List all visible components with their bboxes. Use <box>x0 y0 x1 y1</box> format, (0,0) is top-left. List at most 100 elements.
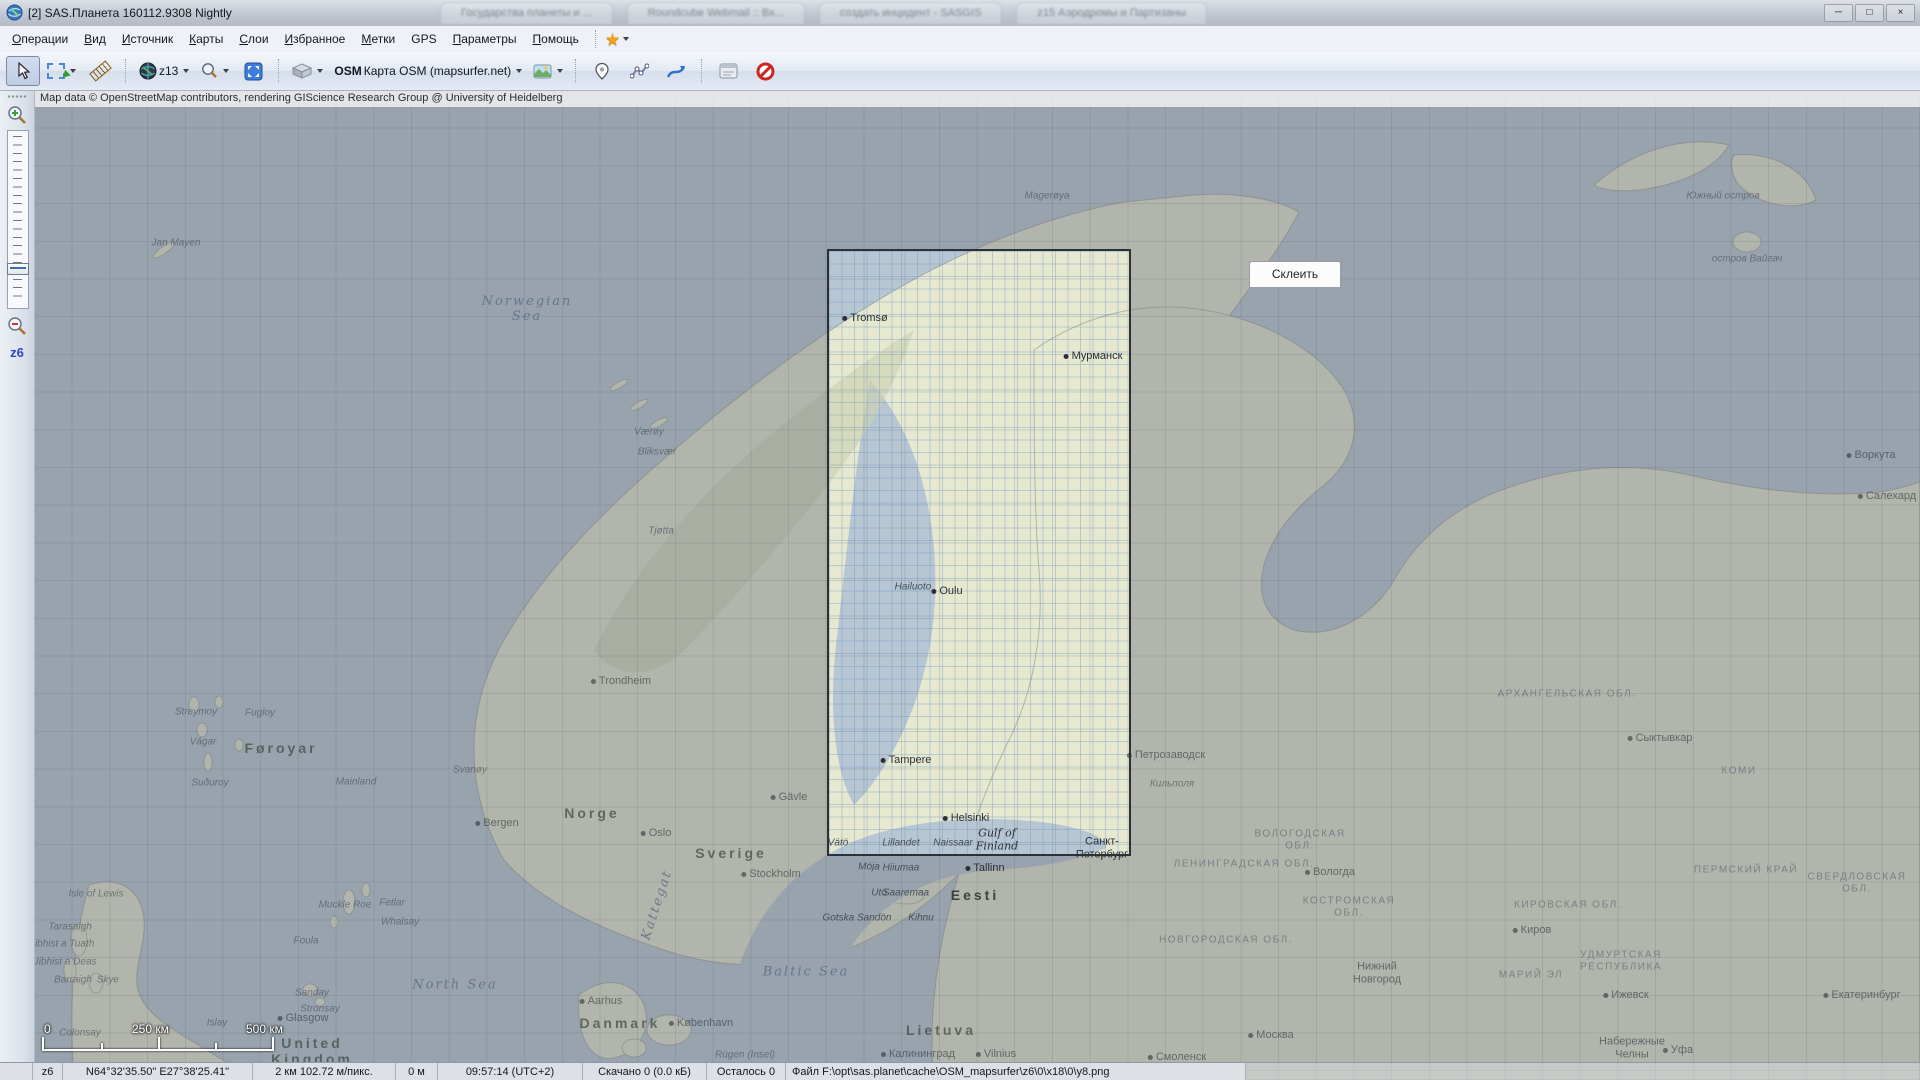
map-label: Vágar <box>190 737 217 748</box>
menu-item-Операции[interactable]: Операции <box>4 28 76 50</box>
status-cache-file: Файл F:\opt\sas.planet\cache\OSM_mapsurf… <box>786 1063 1246 1080</box>
status-map-scale: 2 км 102.72 м/пикс. <box>253 1063 396 1080</box>
map-label: КИРОВСКАЯ ОБЛ. <box>1514 900 1622 911</box>
map-label: Baltic Sea <box>763 965 850 980</box>
toolbar-separator <box>278 59 280 83</box>
map-label: Gotska Sandön <box>823 913 892 924</box>
map-label: Stockholm <box>741 868 800 880</box>
map-label: УДМУРТСКАЯ РЕСПУБЛИКА <box>1580 950 1662 973</box>
menu-item-Метки[interactable]: Метки <box>353 28 403 50</box>
menu-item-Слои[interactable]: Слои <box>231 28 276 50</box>
maximize-button[interactable]: □ <box>1855 4 1884 22</box>
gps-off-icon <box>756 62 775 81</box>
map-label: Naissaar <box>933 838 972 849</box>
menu-item-Источник[interactable]: Источник <box>114 28 181 50</box>
toolbar-separator <box>575 59 577 83</box>
titlebar: [2] SAS.Планета 160112.9308 Nightly Госу… <box>0 0 1920 27</box>
gps-panel-button[interactable] <box>711 56 745 86</box>
menu-item-Карты[interactable]: Карты <box>181 28 231 50</box>
map-label: Eesti <box>951 887 999 903</box>
layers-cube-icon <box>292 63 312 79</box>
map-label: Москва <box>1248 1029 1294 1041</box>
zoom-region-caret-icon <box>223 69 229 73</box>
map-label: Bergen <box>475 817 518 829</box>
zoom-sidebar: z6 <box>0 90 35 1063</box>
app-icon <box>6 4 23 26</box>
selection-caret-icon <box>70 69 76 73</box>
main-toolbar: z13 OSM Карта OSM (mapsurfer.net) <box>0 52 1920 91</box>
map-label: Tromsø <box>842 312 887 324</box>
map-label: Barraigh <box>54 975 92 986</box>
map-label: Bliksvær <box>638 447 676 458</box>
menu-item-GPS[interactable]: GPS <box>403 28 444 50</box>
map-label: Fetlar <box>379 898 405 909</box>
route-button[interactable] <box>659 56 693 86</box>
gps-panel-icon <box>719 63 738 79</box>
map-label: Rügen (Insel) <box>715 1050 775 1061</box>
map-label: Салехард <box>1858 490 1916 502</box>
favorites-caret-icon[interactable] <box>623 37 629 41</box>
map-viewport[interactable]: Norwegian SeaKattegatNorth SeaBaltic Sea… <box>34 90 1920 1080</box>
toolbar-separator <box>125 59 127 83</box>
route-icon <box>666 63 686 80</box>
zoom-region-button[interactable] <box>196 56 233 86</box>
map-label: Vilnius <box>976 1048 1016 1060</box>
close-button[interactable]: × <box>1886 4 1915 22</box>
map-label: Danmark <box>580 1015 661 1031</box>
minimize-button[interactable]: ─ <box>1824 4 1853 22</box>
menu-item-Параметры[interactable]: Параметры <box>445 28 525 50</box>
map-label: Санкт- Петербург <box>1076 835 1128 860</box>
map-label: Føroyar <box>244 740 317 756</box>
map-label: Kattegat <box>639 868 676 942</box>
favorites-star-icon[interactable]: ★ <box>605 31 620 48</box>
selection-tool-button[interactable] <box>43 56 80 86</box>
map-label: Воркута <box>1846 449 1895 461</box>
menu-item-Помощь[interactable]: Помощь <box>525 28 587 50</box>
zoom-slider-thumb[interactable] <box>7 263 29 275</box>
background-tab: z15 Аэродромы и Партизаны <box>1016 2 1207 24</box>
menu-item-Вид[interactable]: Вид <box>76 28 114 50</box>
map-label: Мурманск <box>1064 350 1123 362</box>
map-label: СВЕРДЛОВСКАЯ ОБЛ. <box>1808 872 1907 895</box>
zoom-slider[interactable] <box>7 130 29 309</box>
map-label: Tallinn <box>965 862 1004 874</box>
status-bar: z6N64°32'35.50" E27°38'25.41"2 км 102.72… <box>0 1062 1920 1080</box>
path-button[interactable] <box>622 56 656 86</box>
map-label: Helsinki <box>943 812 990 824</box>
map-label: Калининград <box>881 1048 955 1060</box>
map-style-button[interactable] <box>529 56 567 86</box>
cursor-tool-button[interactable] <box>6 56 40 86</box>
map-attribution: Map data © OpenStreetMap contributors, r… <box>34 90 1920 107</box>
status-remaining: Осталось 0 <box>707 1063 786 1080</box>
layers-button[interactable] <box>288 56 327 86</box>
map-style-caret-icon <box>557 69 563 73</box>
zoom-level-selector[interactable]: z13 <box>135 56 193 86</box>
map-label: Kihnu <box>908 913 934 924</box>
menu-separator <box>595 30 597 48</box>
map-label: Южный остров <box>1686 191 1759 202</box>
status-spacer <box>0 1063 33 1080</box>
layers-caret-icon <box>317 69 323 73</box>
sidebar-grip[interactable] <box>7 94 27 99</box>
map-label: МАРИЙ ЭЛ <box>1499 970 1563 981</box>
map-label: Уфа <box>1663 1044 1693 1056</box>
map-label: Tampere <box>881 754 932 766</box>
map-label: Oulu <box>931 585 962 597</box>
ruler-tool-button[interactable] <box>83 56 117 86</box>
zoom-out-icon[interactable] <box>6 316 28 338</box>
map-source-selector[interactable]: OSM Карта OSM (mapsurfer.net) <box>330 56 526 86</box>
placemark-button[interactable] <box>585 56 619 86</box>
map-label: Lillandet <box>882 838 919 849</box>
tab-Склеить[interactable]: Склеить <box>1249 261 1340 287</box>
map-label: остров Вайгач <box>1712 254 1783 265</box>
background-tab: Государства планеты и ... <box>440 2 613 24</box>
status-time: 09:57:14 (UTC+2) <box>438 1063 583 1080</box>
menu-item-Избранное[interactable]: Избранное <box>277 28 354 50</box>
sas-planet-window: [2] SAS.Планета 160112.9308 Nightly Госу… <box>0 0 1920 1080</box>
fullscreen-button[interactable] <box>236 56 270 86</box>
zoom-in-icon[interactable] <box>6 105 28 127</box>
gps-disconnect-button[interactable] <box>748 56 782 86</box>
window-title: [2] SAS.Планета 160112.9308 Nightly <box>28 6 232 20</box>
map-label: Aarhus <box>580 995 623 1007</box>
scale-bar: 0 250 км 500 км <box>38 1022 298 1056</box>
